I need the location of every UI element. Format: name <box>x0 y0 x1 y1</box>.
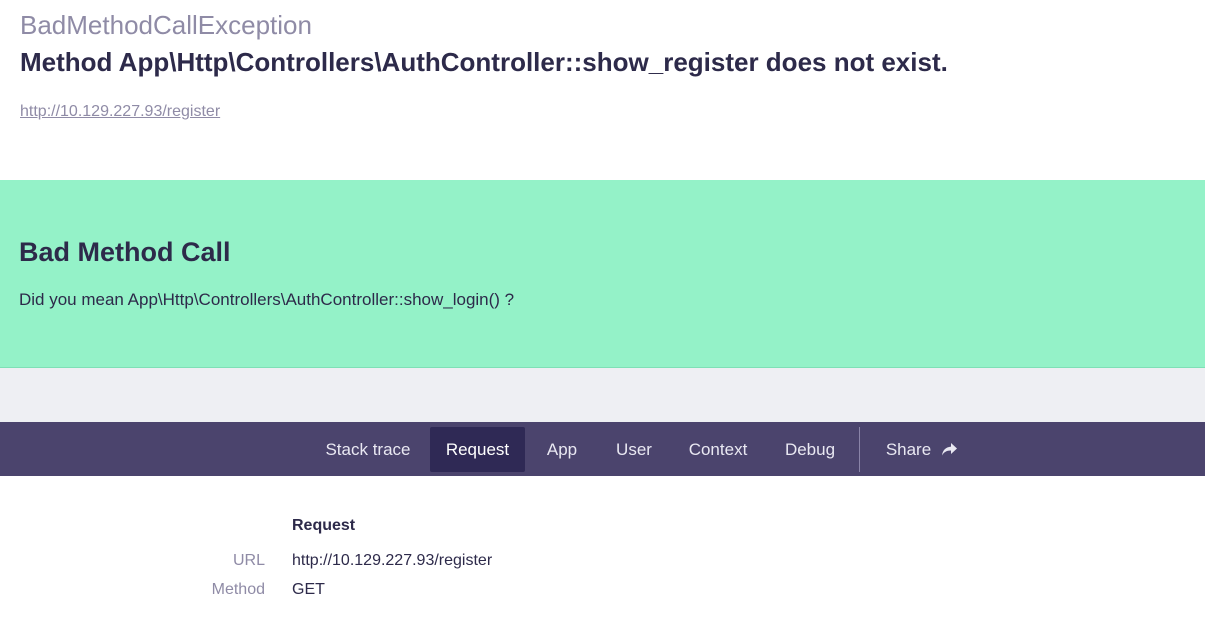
tab-context[interactable]: Context <box>674 427 762 472</box>
method-value: GET <box>292 581 325 598</box>
tab-debug[interactable]: Debug <box>770 427 850 472</box>
solution-panel: Bad Method Call Did you mean App\Http\Co… <box>0 180 1205 368</box>
request-section: Request URL http://10.129.227.93/registe… <box>0 476 1205 635</box>
tab-app[interactable]: App <box>530 427 594 472</box>
url-value: http://10.129.227.93/register <box>292 552 493 569</box>
tab-stack-trace[interactable]: Stack trace <box>310 427 426 472</box>
solution-text: Did you mean App\Http\Controllers\AuthCo… <box>19 290 515 309</box>
share-arrow-icon <box>941 429 958 474</box>
tab-bar: Stack trace Request App User Context Deb… <box>0 422 1205 476</box>
section-spacer <box>0 368 1205 422</box>
share-button[interactable]: Share <box>870 427 974 472</box>
exception-header: BadMethodCallException Method App\Http\C… <box>0 0 1205 180</box>
exception-url-link[interactable]: http://10.129.227.93/register <box>20 102 220 122</box>
exception-class: BadMethodCallException <box>20 10 312 40</box>
share-label: Share <box>885 440 932 459</box>
url-label: URL <box>232 552 265 569</box>
tab-divider <box>859 427 860 472</box>
tab-request[interactable]: Request <box>430 427 525 472</box>
solution-title: Bad Method Call <box>19 237 231 267</box>
method-label: Method <box>211 581 265 598</box>
request-section-title: Request <box>292 517 356 534</box>
exception-message: Method App\Http\Controllers\AuthControll… <box>20 47 948 77</box>
tab-user[interactable]: User <box>600 427 668 472</box>
